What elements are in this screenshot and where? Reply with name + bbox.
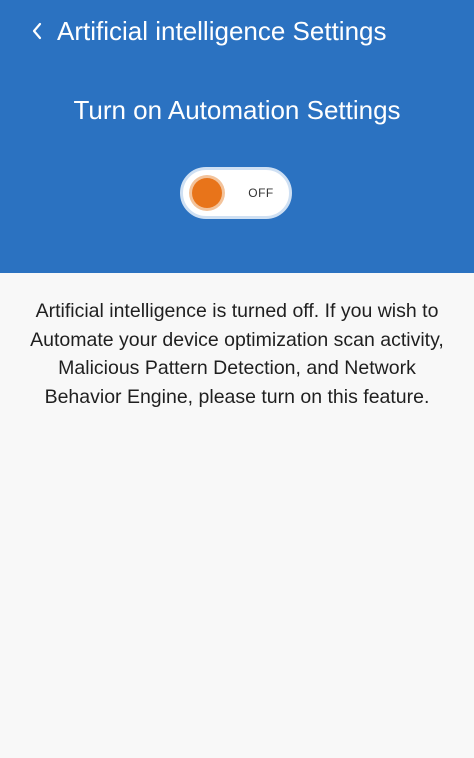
toggle-state-label: OFF: [248, 186, 274, 200]
back-button[interactable]: [22, 12, 52, 50]
content-area: Artificial intelligence is turned off. I…: [0, 273, 474, 758]
automation-toggle[interactable]: OFF: [180, 167, 292, 219]
status-message: Artificial intelligence is turned off. I…: [30, 300, 444, 408]
app-header: Artificial intelligence Settings Turn on…: [0, 0, 474, 273]
automation-section-title: Turn on Automation Settings: [73, 95, 401, 125]
chevron-left-icon: [31, 22, 43, 40]
page-title: Artificial intelligence Settings: [57, 16, 387, 46]
toggle-knob: [192, 178, 222, 208]
